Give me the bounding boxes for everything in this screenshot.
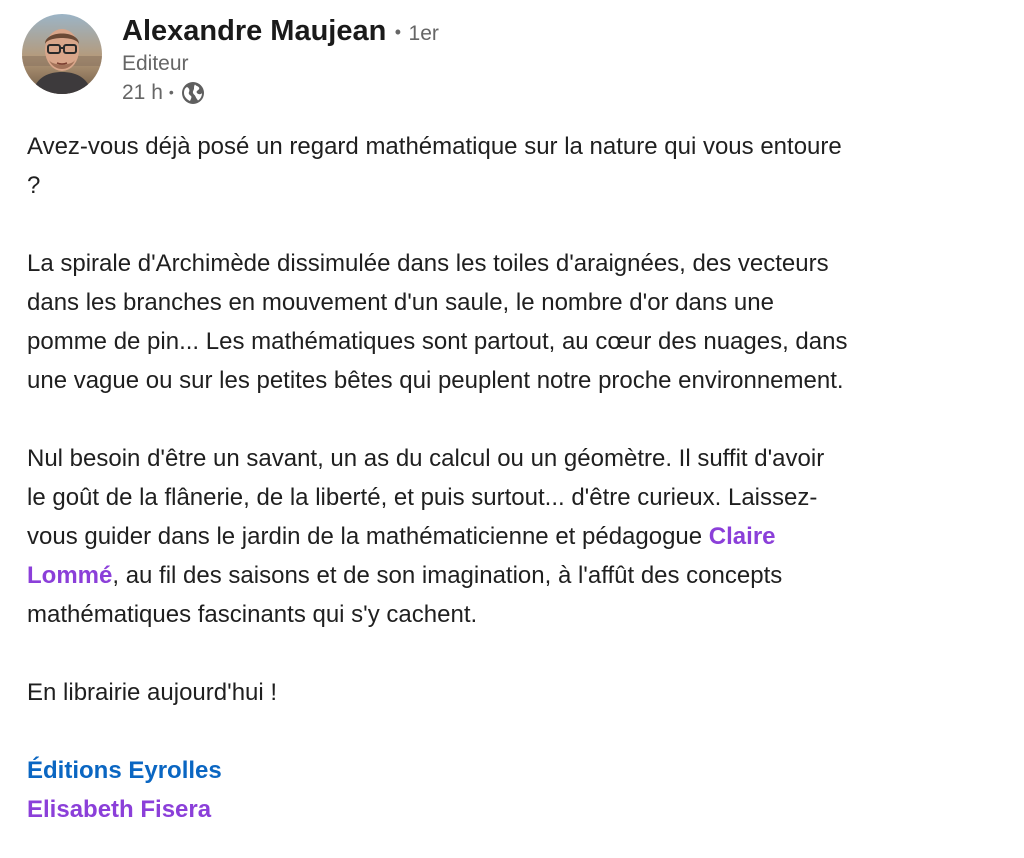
text-line: Lommé, au fil des saisons et de son imag… <box>27 556 1012 595</box>
author-headline: Editeur <box>122 52 189 75</box>
author-meta: Alexandre Maujean • 1er Editeur 21 h • <box>122 12 439 108</box>
globe-icon <box>181 81 205 105</box>
post-paragraph-release: En librairie aujourd'hui ! <box>27 679 278 706</box>
post-body: Avez-vous déjà posé un regard mathématiq… <box>27 127 1012 829</box>
post-paragraph-invitation: Nul besoin d'être un savant, un as du ca… <box>27 439 1012 634</box>
post-time: 21 h <box>122 81 163 104</box>
post-paragraph-examples: La spirale d'Archimède dissimulée dans l… <box>27 244 1012 400</box>
text-line: vous guider dans le jardin de la mathéma… <box>27 517 1012 556</box>
avatar-photo <box>22 14 102 94</box>
text-line: La spirale d'Archimède dissimulée dans l… <box>27 250 829 277</box>
author-name[interactable]: Alexandre Maujean <box>122 15 386 47</box>
connection-degree: 1er <box>408 22 439 45</box>
post-timestamp-line: 21 h • <box>122 78 439 108</box>
text-line: le goût de la flânerie, de la liberté, e… <box>27 484 818 511</box>
text-line: Avez-vous déjà posé un regard mathématiq… <box>27 133 842 160</box>
post-tags: Éditions Eyrolles Elisabeth Fisera <box>27 751 1012 829</box>
text-segment: , au fil des saisons et de son imaginati… <box>112 562 783 589</box>
author-name-line: Alexandre Maujean • 1er <box>122 12 439 50</box>
text-line: ? <box>27 172 41 199</box>
text-line: mathématiques fascinants qui s'y cachent… <box>27 601 478 628</box>
name-separator: • <box>394 22 402 42</box>
text-line: une vague ou sur les petites bêtes qui p… <box>27 367 844 394</box>
text-line: pomme de pin... Les mathématiques sont p… <box>27 328 848 355</box>
text-line: Nul besoin d'être un savant, un as du ca… <box>27 445 825 472</box>
text-segment: vous guider dans le jardin de la mathéma… <box>27 523 709 550</box>
mention-elisabeth-fisera[interactable]: Elisabeth Fisera <box>27 790 1012 829</box>
linkedin-post: Alexandre Maujean • 1er Editeur 21 h • A… <box>0 0 1024 858</box>
post-paragraph-question: Avez-vous déjà posé un regard mathématiq… <box>27 127 1012 205</box>
mention-claire-lomme[interactable]: Claire <box>709 523 776 550</box>
time-separator: • <box>168 84 174 100</box>
post-header: Alexandre Maujean • 1er Editeur 21 h • <box>22 12 1002 112</box>
company-tag-eyrolles[interactable]: Éditions Eyrolles <box>27 751 1012 790</box>
mention-claire-lomme-continued[interactable]: Lommé <box>27 562 112 589</box>
author-avatar[interactable] <box>22 14 102 94</box>
text-line: dans les branches en mouvement d'un saul… <box>27 289 774 316</box>
